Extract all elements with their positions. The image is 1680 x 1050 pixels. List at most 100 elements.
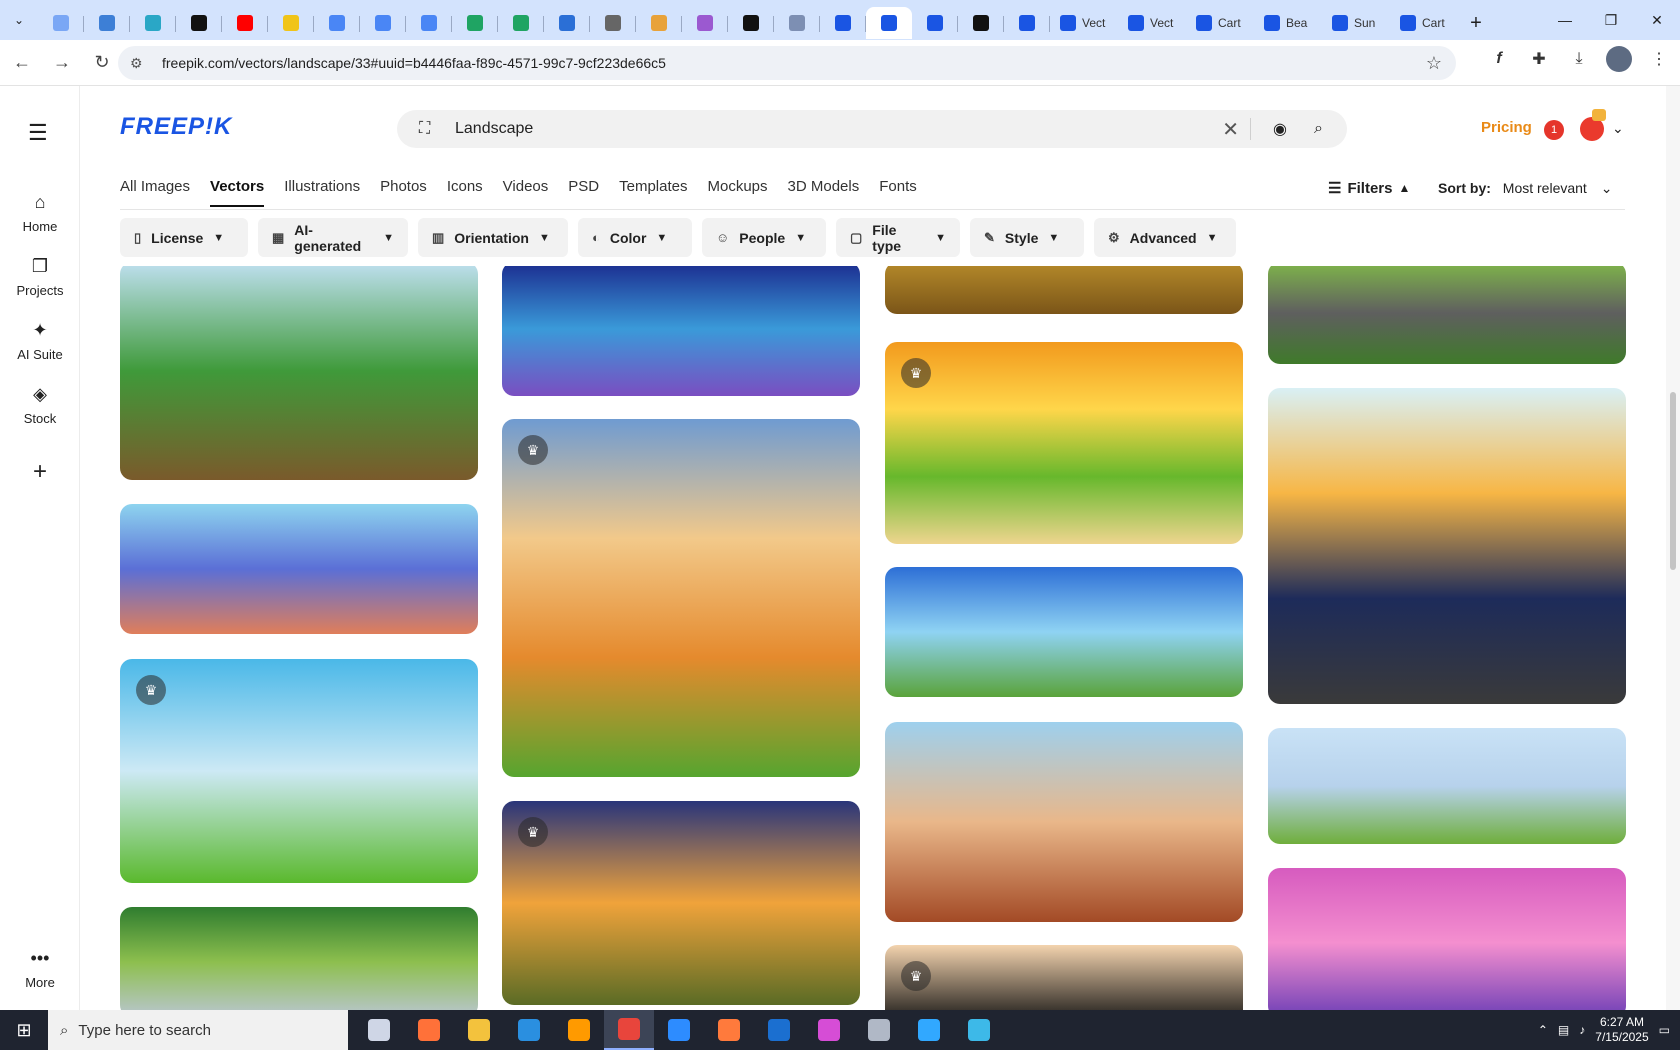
zoom-icon[interactable] bbox=[654, 1010, 704, 1050]
camper-lake-card[interactable] bbox=[120, 504, 478, 634]
browser-tab[interactable] bbox=[498, 7, 544, 39]
tab-icons[interactable]: Icons bbox=[447, 178, 483, 207]
outlook-icon[interactable] bbox=[754, 1010, 804, 1050]
address-bar[interactable]: ⚙ freepik.com/vectors/landscape/33#uuid=… bbox=[118, 46, 1456, 80]
notification-center-icon[interactable]: ▭ bbox=[1659, 1023, 1670, 1037]
browser-tab[interactable] bbox=[590, 7, 636, 39]
chevron-down-icon[interactable]: ⌄ bbox=[1612, 120, 1624, 137]
page-scrollbar[interactable] bbox=[1666, 86, 1680, 1010]
clock[interactable]: 6:27 AM 7/15/2025 bbox=[1595, 1015, 1648, 1045]
chrome-icon[interactable] bbox=[604, 1010, 654, 1050]
close-window-icon[interactable]: ✕ bbox=[1634, 0, 1680, 40]
browser-tab[interactable] bbox=[360, 7, 406, 39]
restore-icon[interactable]: ❐ bbox=[1588, 0, 1634, 40]
forward-icon[interactable]: → bbox=[44, 45, 80, 81]
filter-chip-license[interactable]: ▯ License ▼ bbox=[120, 218, 248, 257]
freepik-logo[interactable]: FREEP!K bbox=[120, 113, 232, 141]
filter-chip-people[interactable]: ☺ People ▼ bbox=[702, 218, 826, 257]
browser-tab[interactable] bbox=[774, 7, 820, 39]
illustrator-icon[interactable] bbox=[554, 1010, 604, 1050]
photos-icon[interactable] bbox=[804, 1010, 854, 1050]
waterfall-jungle-card[interactable] bbox=[120, 907, 478, 1010]
notification-badge[interactable]: 1 bbox=[1544, 120, 1564, 140]
photoshop-icon[interactable] bbox=[904, 1010, 954, 1050]
minimize-icon[interactable]: — bbox=[1542, 0, 1588, 40]
rail-item-home[interactable]: ⌂ Home bbox=[0, 192, 80, 234]
browser-tab[interactable] bbox=[544, 7, 590, 39]
filters-button[interactable]: ☰ Filters ▲ bbox=[1328, 179, 1410, 198]
tab-all-images[interactable]: All Images bbox=[120, 178, 190, 207]
night-lake-card[interactable] bbox=[502, 266, 860, 396]
dirt-ground-card[interactable] bbox=[885, 266, 1243, 314]
pen-icon[interactable] bbox=[854, 1010, 904, 1050]
download-icon[interactable]: ⤓ bbox=[1566, 46, 1592, 72]
search-icon[interactable]: ⌕ bbox=[1314, 120, 1323, 138]
browser-tab[interactable] bbox=[728, 7, 774, 39]
tab-templates[interactable]: Templates bbox=[619, 178, 687, 207]
desert-road-triptych-card[interactable] bbox=[1268, 388, 1626, 704]
browser-tab[interactable]: Bea bbox=[1254, 7, 1322, 39]
app-icon[interactable] bbox=[954, 1010, 1004, 1050]
browser-tab[interactable] bbox=[866, 7, 912, 39]
filter-chip-file-type[interactable]: ▢ File type ▼ bbox=[836, 218, 960, 257]
camera-search-icon[interactable]: ◉ bbox=[1273, 119, 1287, 139]
browser-tab[interactable] bbox=[84, 7, 130, 39]
clear-search-icon[interactable]: ✕ bbox=[1222, 117, 1239, 142]
tab-fonts[interactable]: Fonts bbox=[879, 178, 917, 207]
reload-icon[interactable]: ↻ bbox=[84, 45, 120, 81]
rail-item-projects[interactable]: ❐ Projects bbox=[0, 256, 80, 298]
browser-tab[interactable] bbox=[912, 7, 958, 39]
search-bar[interactable]: ⛶ Landscape ✕ ◉ ⌕ bbox=[397, 110, 1347, 148]
extensions-puzzle-icon[interactable]: ✚ bbox=[1526, 46, 1552, 72]
add-icon[interactable]: + bbox=[0, 458, 80, 486]
browser-tab[interactable] bbox=[130, 7, 176, 39]
volume-icon[interactable]: ♪ bbox=[1579, 1023, 1585, 1037]
browser-tab[interactable] bbox=[1004, 7, 1050, 39]
browser-tab[interactable] bbox=[636, 7, 682, 39]
filter-chip-orientation[interactable]: ▥ Orientation ▼ bbox=[418, 218, 568, 257]
rail-item-stock[interactable]: ◈ Stock bbox=[0, 384, 80, 426]
firefox-icon[interactable] bbox=[404, 1010, 454, 1050]
browser-tab[interactable] bbox=[176, 7, 222, 39]
app-icon[interactable] bbox=[704, 1010, 754, 1050]
browser-tab[interactable]: Vect bbox=[1050, 7, 1118, 39]
file-explorer-icon[interactable] bbox=[454, 1010, 504, 1050]
desert-canyon-card[interactable] bbox=[885, 722, 1243, 922]
browser-tab[interactable] bbox=[38, 7, 84, 39]
browser-tab[interactable] bbox=[820, 7, 866, 39]
sort-dropdown[interactable]: Sort by: Most relevant ⌄ bbox=[1438, 180, 1612, 197]
pricing-link[interactable]: Pricing bbox=[1481, 119, 1532, 136]
tab-psd[interactable]: PSD bbox=[568, 178, 599, 207]
tab-illustrations[interactable]: Illustrations bbox=[284, 178, 360, 207]
pink-sunset-palms-card[interactable] bbox=[1268, 868, 1626, 1010]
sunset-tree-road-card[interactable]: ♛ bbox=[502, 801, 860, 1005]
vscode-icon[interactable] bbox=[504, 1010, 554, 1050]
taskbar-search[interactable]: ⌕ Type here to search bbox=[48, 1010, 348, 1050]
tab-3d-models[interactable]: 3D Models bbox=[788, 178, 860, 207]
task-view-icon[interactable] bbox=[354, 1010, 404, 1050]
browser-tab[interactable] bbox=[406, 7, 452, 39]
tab-mockups[interactable]: Mockups bbox=[707, 178, 767, 207]
rail-item-more[interactable]: ••• More bbox=[0, 948, 80, 990]
bookmark-star-icon[interactable]: ☆ bbox=[1426, 53, 1442, 74]
rocky-meadow-card[interactable] bbox=[1268, 266, 1626, 364]
hill-tree-card[interactable]: ♛ bbox=[120, 659, 478, 883]
site-info-icon[interactable]: ⚙ bbox=[130, 55, 152, 72]
browser-tab[interactable]: Vect bbox=[1118, 7, 1186, 39]
filter-chip-color[interactable]: ◐ Color ▼ bbox=[578, 218, 692, 257]
windows-start-icon[interactable]: ⊞ bbox=[0, 1010, 48, 1050]
browser-tab[interactable]: Cart bbox=[1186, 7, 1254, 39]
chrome-menu-icon[interactable]: ⋮ bbox=[1646, 46, 1672, 72]
browser-tab[interactable]: Cart bbox=[1390, 7, 1458, 39]
browser-tab[interactable] bbox=[452, 7, 498, 39]
search-type-icon[interactable]: ⛶ bbox=[419, 120, 447, 138]
tab-search-icon[interactable]: ⌄ bbox=[0, 0, 38, 40]
bird-silhouette-card[interactable]: ♛ bbox=[885, 945, 1243, 1010]
browser-tab[interactable] bbox=[222, 7, 268, 39]
browser-tab[interactable]: Sun bbox=[1322, 7, 1390, 39]
browser-tab[interactable] bbox=[268, 7, 314, 39]
new-tab-button[interactable]: + bbox=[1458, 7, 1494, 39]
profile-avatar[interactable] bbox=[1606, 46, 1632, 72]
browser-tab[interactable] bbox=[958, 7, 1004, 39]
filter-chip-advanced[interactable]: ⚙ Advanced ▼ bbox=[1094, 218, 1236, 257]
